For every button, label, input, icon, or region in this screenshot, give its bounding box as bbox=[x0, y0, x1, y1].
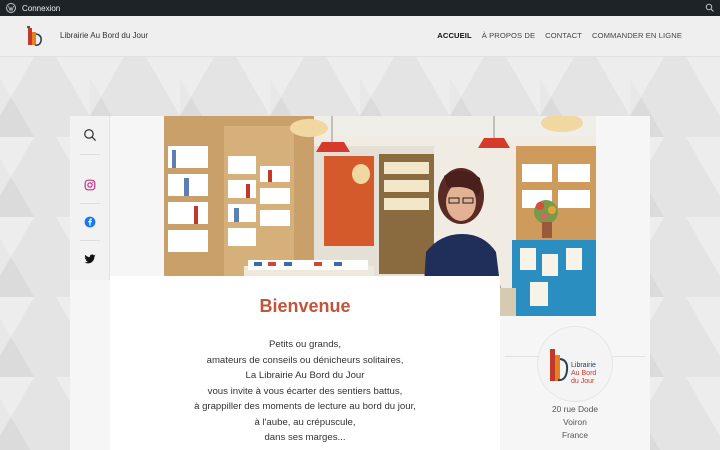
divider bbox=[80, 203, 100, 204]
social-sidebar bbox=[70, 116, 110, 280]
welcome-line: à grappiller des moments de lecture au b… bbox=[194, 401, 416, 412]
nav-about[interactable]: À PROPOS DE bbox=[482, 31, 535, 40]
welcome-line: dans ses marges... bbox=[264, 432, 346, 443]
address-country: France bbox=[561, 430, 589, 440]
site-logo[interactable] bbox=[26, 25, 44, 47]
shop-logo-badge: Librairie Au Bord du Jour bbox=[537, 326, 613, 402]
welcome-title: Bienvenue bbox=[259, 296, 351, 316]
nav-home[interactable]: ACCUEIL bbox=[437, 31, 471, 40]
search-icon[interactable] bbox=[82, 127, 98, 143]
login-link[interactable]: Connexion bbox=[22, 4, 60, 13]
badge-line-3: du Jour bbox=[571, 378, 595, 385]
admin-bar: Connexion bbox=[0, 0, 720, 16]
welcome-line: amateurs de conseils ou dénicheurs solit… bbox=[206, 354, 404, 366]
welcome-panel: Bienvenue Petits ou grands, amateurs de … bbox=[110, 276, 500, 450]
address-city: Voiron bbox=[563, 417, 587, 427]
welcome-line: vous invite à vous écarter des sentiers … bbox=[207, 385, 403, 397]
instagram-icon[interactable] bbox=[82, 177, 98, 193]
facebook-icon[interactable] bbox=[82, 214, 98, 230]
wordpress-icon[interactable] bbox=[0, 0, 22, 16]
badge-line-1: Librairie bbox=[571, 362, 596, 369]
search-icon[interactable] bbox=[705, 3, 715, 13]
divider bbox=[80, 240, 100, 241]
divider bbox=[80, 154, 100, 155]
nav-contact[interactable]: CONTACT bbox=[545, 31, 582, 40]
site-title[interactable]: Librairie Au Bord du Jour bbox=[60, 31, 148, 40]
welcome-line: La Librairie Au Bord du Jour bbox=[245, 370, 365, 381]
welcome-line: à l'aube, au crépuscule, bbox=[254, 416, 356, 428]
main-nav: ACCUEIL À PROPOS DE CONTACT COMMANDER EN… bbox=[437, 31, 682, 40]
shop-address: 20 rue Dode Voiron France bbox=[520, 403, 630, 442]
address-street: 20 rue Dode bbox=[551, 404, 599, 414]
twitter-icon[interactable] bbox=[82, 251, 98, 267]
site-header: Librairie Au Bord du Jour ACCUEIL À PROP… bbox=[0, 16, 720, 57]
nav-order-online[interactable]: COMMANDER EN LIGNE bbox=[592, 31, 682, 40]
badge-line-2: Au Bord bbox=[571, 370, 596, 377]
welcome-text: Petits ou grands, amateurs de conseils o… bbox=[110, 337, 500, 446]
welcome-line: Petits ou grands, bbox=[269, 339, 341, 350]
